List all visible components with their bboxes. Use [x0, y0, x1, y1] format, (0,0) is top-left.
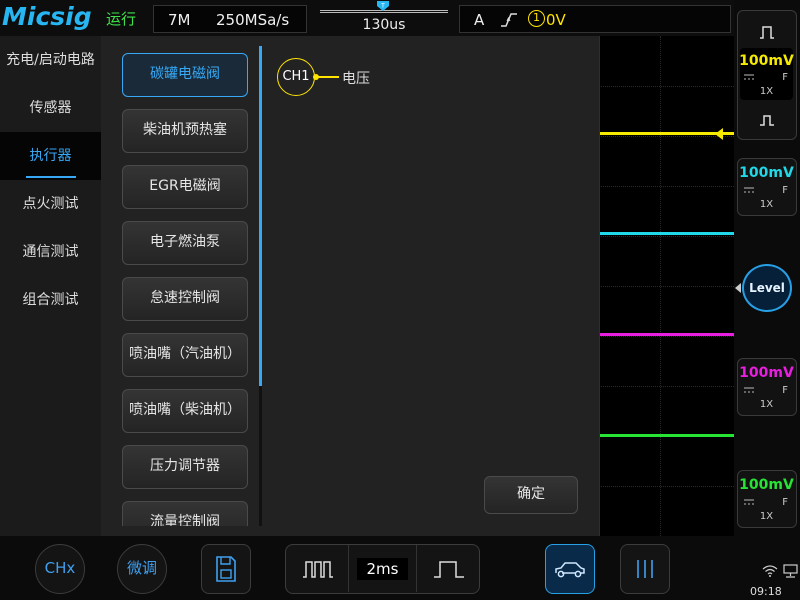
ch4-probe-ratio: 1X [759, 511, 774, 522]
rising-edge-icon [501, 13, 517, 27]
ch1-trigger-level-arrow-icon[interactable] [714, 126, 734, 142]
dc-coupling-icon [744, 499, 754, 505]
automotive-mode-button[interactable] [545, 544, 595, 594]
category-label: 执行器 [29, 148, 72, 164]
trigger-source-badge: 1 [528, 10, 545, 27]
ch4-scale-panel[interactable]: 100mV F 1X [737, 470, 797, 528]
cursor-measure-button[interactable] [620, 544, 670, 594]
ch2-scale-panel[interactable]: 100mV F 1X [737, 158, 797, 216]
confirm-button[interactable]: 确定 [484, 476, 578, 514]
category-label: 点火测试 [22, 196, 79, 212]
ch1-bandwidth-flag: F [782, 72, 788, 83]
category-combined-test[interactable]: 组合测试 [0, 276, 101, 324]
compress-pulse-icon [303, 561, 333, 578]
dc-coupling-icon [744, 387, 754, 393]
timebase-control: 2ms [285, 544, 480, 594]
trigger-position-marker-icon: T [377, 1, 389, 11]
test-item-canister-solenoid[interactable]: 碳罐电磁阀 [122, 53, 248, 97]
ch2-bandwidth-flag: F [782, 185, 788, 196]
save-icon [216, 556, 236, 582]
signal-type-label: 电压 [342, 71, 370, 87]
trigger-level-button[interactable]: Level [742, 264, 792, 312]
category-charging-starting[interactable]: 充电/启动电路 [0, 36, 101, 84]
lan-icon [783, 564, 798, 578]
item-list-scrollbar-thumb[interactable] [259, 46, 262, 386]
test-item-fuel-pump[interactable]: 电子燃油泵 [122, 221, 248, 265]
category-communication-test[interactable]: 通信测试 [0, 228, 101, 276]
dc-coupling-icon [744, 74, 754, 80]
ch1-probe-ratio: 1X [759, 86, 774, 97]
channel-panel-column: 100mV F 1X 100mV F 1X Level 100mV F 1X 1… [734, 0, 800, 536]
category-ignition-test[interactable]: 点火测试 [0, 180, 101, 228]
test-item-egr-solenoid[interactable]: EGR电磁阀 [122, 165, 248, 209]
ch2-probe-ratio: 1X [759, 199, 774, 210]
test-item-glow-plug[interactable]: 柴油机预热塞 [122, 109, 248, 153]
trigger-delay: 130us [362, 17, 406, 33]
dc-coupling-icon [744, 187, 754, 193]
chx-button[interactable]: CHx [35, 544, 85, 594]
top-status-bar: Micsig 运行 7M 250MSa/s T 130us A 1 0V [0, 0, 734, 36]
item-list-scrollbar-track [259, 386, 262, 526]
ch2-volts-div: 100mV [739, 165, 794, 181]
level-pointer-icon [735, 283, 741, 293]
timebase-decrease-button[interactable] [286, 545, 349, 592]
timebase-value: 2ms [357, 558, 408, 580]
brand-logo: Micsig [2, 2, 92, 31]
bottom-toolbar: CHx 微调 2ms [0, 536, 800, 600]
svg-text:T: T [380, 3, 385, 10]
cursor-icon [637, 560, 653, 578]
expand-pulse-icon [434, 561, 464, 578]
category-label: 组合测试 [22, 292, 79, 308]
system-clock: 09:18 [750, 585, 782, 598]
category-label: 传感器 [29, 100, 72, 116]
trigger-level: 0V [546, 11, 566, 29]
test-connection-detail: CH1 电压 确定 [265, 36, 600, 536]
ch4-volts-div: 100mV [739, 477, 794, 493]
test-item-list[interactable]: 碳罐电磁阀 柴油机预热塞 EGR电磁阀 电子燃油泵 怠速控制阀 喷油嘴（汽油机）… [101, 36, 261, 526]
network-status-icons [762, 564, 798, 578]
ch1-scale-panel[interactable]: 100mV F 1X [737, 10, 797, 140]
test-item-idle-control-valve[interactable]: 怠速控制阀 [122, 277, 248, 321]
category-actuators[interactable]: 执行器 [0, 132, 101, 180]
category-sensors[interactable]: 传感器 [0, 84, 101, 132]
active-category-underline [26, 176, 76, 178]
channel-connector-dot [313, 73, 319, 80]
category-list: 充电/启动电路 传感器 执行器 点火测试 通信测试 组合测试 [0, 36, 101, 536]
ch3-bandwidth-flag: F [782, 385, 788, 396]
wifi-icon [762, 565, 778, 577]
ch4-bandwidth-flag: F [782, 497, 788, 508]
category-label: 充电/启动电路 [6, 52, 95, 68]
trigger-mode: A [474, 11, 485, 29]
save-button[interactable] [201, 544, 251, 594]
ch3-probe-ratio: 1X [759, 399, 774, 410]
scale-up-pulse-icon[interactable] [759, 25, 775, 39]
acquisition-info[interactable]: 7M 250MSa/s [153, 5, 307, 33]
test-item-injector-diesel[interactable]: 喷油嘴（柴油机） [122, 389, 248, 433]
trigger-position-indicator[interactable]: T 130us [318, 1, 450, 35]
scale-down-pulse-icon[interactable] [759, 112, 775, 126]
sample-rate: 250MSa/s [216, 11, 290, 29]
ch1-volts-div: 100mV [739, 53, 794, 69]
memory-depth: 7M [168, 11, 191, 29]
test-item-pressure-regulator[interactable]: 压力调节器 [122, 445, 248, 489]
car-icon [555, 562, 585, 578]
timebase-increase-button[interactable] [416, 545, 479, 592]
fine-adjust-button[interactable]: 微调 [117, 544, 167, 594]
test-item-injector-gasoline[interactable]: 喷油嘴（汽油机） [122, 333, 248, 377]
category-label: 通信测试 [22, 244, 79, 260]
channel-badge: CH1 [277, 58, 315, 96]
ch3-volts-div: 100mV [739, 365, 794, 381]
automotive-test-dialog: 充电/启动电路 传感器 执行器 点火测试 通信测试 组合测试 碳罐电磁阀 柴油机… [0, 36, 600, 536]
trigger-settings[interactable]: A 1 0V [459, 5, 731, 33]
test-item-flow-control-valve[interactable]: 流量控制阀 [122, 501, 248, 526]
run-stop-status[interactable]: 运行 [106, 8, 136, 29]
oscilloscope-screen: Micsig 运行 7M 250MSa/s T 130us A 1 0V 100… [0, 0, 800, 600]
ch3-scale-panel[interactable]: 100mV F 1X [737, 358, 797, 416]
